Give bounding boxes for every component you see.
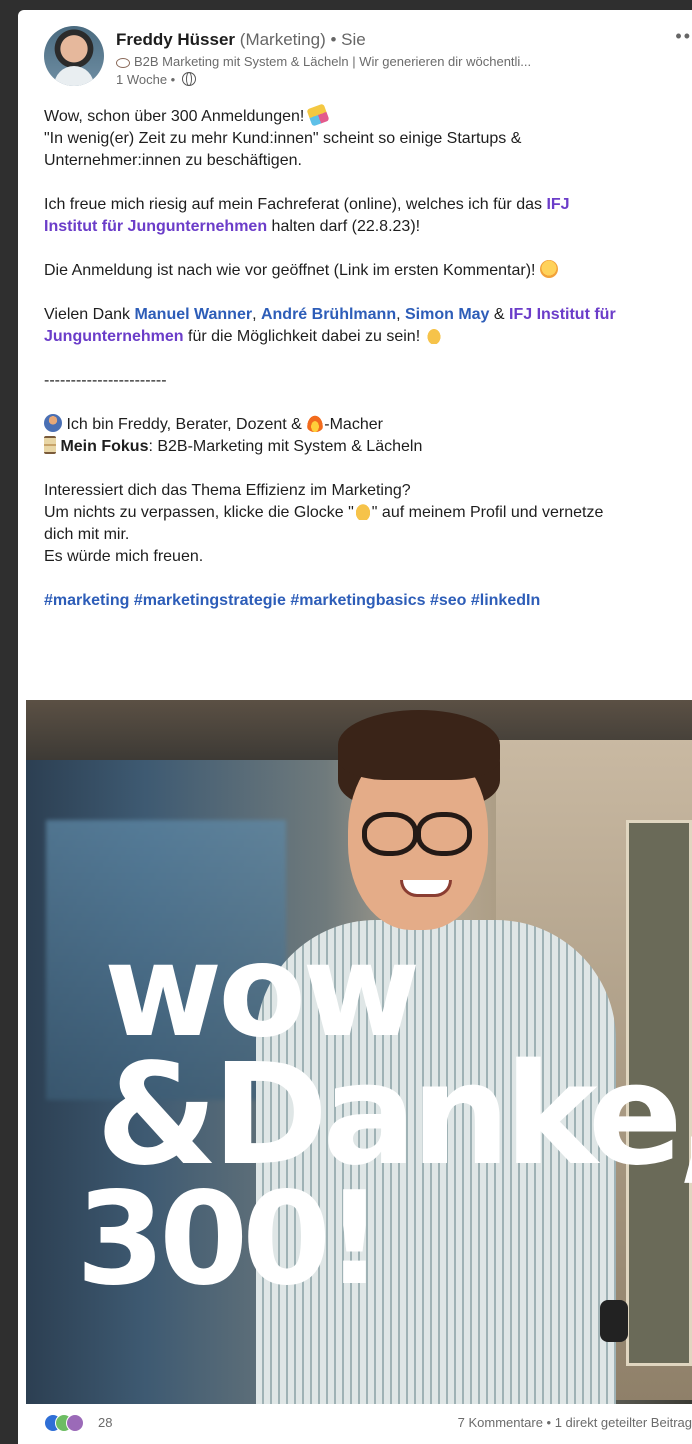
more-dots-icon[interactable]: •• — [675, 26, 692, 47]
body-line: Jungunternehmen für die Möglichkeit dabe… — [44, 326, 690, 348]
body-text: Ich bin Freddy, Berater, Dozent & — [62, 416, 307, 433]
image-person-hair-top — [338, 710, 500, 780]
mention-ifj[interactable]: IFJ — [546, 196, 569, 213]
author-tagline: B2B Marketing mit System & Lächeln | Wir… — [116, 54, 531, 69]
tagline-text: B2B Marketing mit System & Lächeln | Wir… — [134, 54, 532, 69]
body-line: Ich freue mich riesig auf mein Fachrefer… — [44, 194, 690, 216]
body-text: , — [252, 306, 261, 323]
author-avatar[interactable] — [44, 26, 104, 86]
image-watch — [600, 1300, 628, 1342]
body-line: Ich bin Freddy, Berater, Dozent & -Mache… — [44, 414, 690, 436]
post-footer: 28 7 Kommentare • 1 direkt geteilter Bei… — [44, 1414, 692, 1436]
body-line: Interessiert dich das Thema Effizienz im… — [44, 482, 411, 499]
mention-ifj-cont[interactable]: Institut für Jungunternehmen — [44, 218, 267, 235]
body-text: : B2B-Marketing mit System & Lächeln — [148, 438, 423, 455]
mention-andre-bruehlmann[interactable]: André Brühlmann — [261, 306, 396, 323]
praying-hands-icon — [424, 326, 443, 344]
hashtags[interactable]: #marketing #marketingstrategie #marketin… — [44, 590, 690, 612]
post-card: Freddy Hüsser (Marketing) • Sie B2B Mark… — [18, 10, 692, 1444]
author-line[interactable]: Freddy Hüsser (Marketing) • Sie — [116, 30, 366, 50]
mention-ifj-institut[interactable]: IFJ Institut für — [509, 306, 616, 323]
eye-icon — [116, 57, 130, 68]
body-text: Die Anmeldung ist nach wie vor geöffnet … — [44, 262, 536, 279]
mention-ifj-institut-cont[interactable]: Jungunternehmen — [44, 328, 184, 345]
body-text: , — [396, 306, 405, 323]
body-text: Ich freue mich riesig auf mein Fachrefer… — [44, 196, 547, 213]
body-line: Wow, schon über 300 Anmeldungen! — [44, 103, 690, 128]
author-role: (Marketing) — [239, 30, 326, 49]
love-icon — [66, 1414, 84, 1432]
body-text: Vielen Dank — [44, 306, 135, 323]
body-text: Wow, schon über 300 Anmeldungen! — [44, 108, 305, 125]
mention-manuel-wanner[interactable]: Manuel Wanner — [134, 306, 252, 323]
bell-icon — [353, 502, 372, 520]
reaction-icons[interactable] — [44, 1414, 96, 1432]
body-line: Vielen Dank Manuel Wanner, André Brühlma… — [44, 304, 690, 326]
body-line: Mein Fokus: B2B-Marketing mit System & L… — [44, 436, 690, 458]
mention-simon-may[interactable]: Simon May — [405, 306, 489, 323]
avatar-shirt — [54, 66, 94, 86]
focus-label: Mein Fokus — [60, 438, 149, 455]
post-image[interactable]: wow &Danke, 300! — [26, 700, 692, 1404]
overlay-line-3: 300! — [76, 1165, 384, 1314]
post-time: 1 Woche • — [116, 72, 176, 87]
comments-shares-count[interactable]: 7 Kommentare • 1 direkt geteilter Beitra… — [458, 1415, 692, 1430]
body-line: Es würde mich freuen. — [44, 548, 204, 565]
author-name[interactable]: Freddy Hüsser — [116, 30, 235, 49]
body-line: Um nichts zu verpassen, klicke die Glock… — [44, 502, 690, 524]
divider-line: ----------------------- — [44, 372, 167, 389]
body-text: Um nichts zu verpassen, klicke die Glock… — [44, 504, 354, 521]
image-person-glasses — [362, 812, 472, 856]
hourglass-icon — [44, 436, 56, 454]
body-text: halten darf (22.8.23)! — [267, 218, 421, 235]
body-text: " auf meinem Profil und vernetze — [371, 504, 604, 521]
body-text: -Macher — [324, 416, 383, 433]
post-body: Wow, schon über 300 Anmeldungen! "In wen… — [44, 103, 690, 612]
post-header: Freddy Hüsser (Marketing) • Sie B2B Mark… — [44, 26, 692, 96]
relation-label: • Sie — [330, 30, 366, 49]
globe-icon — [181, 72, 196, 86]
post-meta: 1 Woche • — [116, 72, 196, 87]
body-line: Die Anmeldung ist nach wie vor geöffnet … — [44, 260, 690, 282]
hugging-face-icon — [539, 260, 558, 278]
fire-icon — [306, 414, 325, 432]
person-icon — [44, 414, 62, 432]
body-line: Institut für Jungunternehmen halten darf… — [44, 216, 690, 238]
body-line: Unternehmer:innen zu beschäftigen. — [44, 152, 302, 169]
party-popper-icon — [306, 103, 330, 127]
body-text: für die Möglichkeit dabei zu sein! — [183, 328, 421, 345]
body-text: & — [489, 306, 510, 323]
body-line: "In wenig(er) Zeit zu mehr Kund:innen" s… — [44, 130, 522, 147]
reaction-count[interactable]: 28 — [98, 1415, 112, 1430]
body-line: dich mit mir. — [44, 526, 130, 543]
